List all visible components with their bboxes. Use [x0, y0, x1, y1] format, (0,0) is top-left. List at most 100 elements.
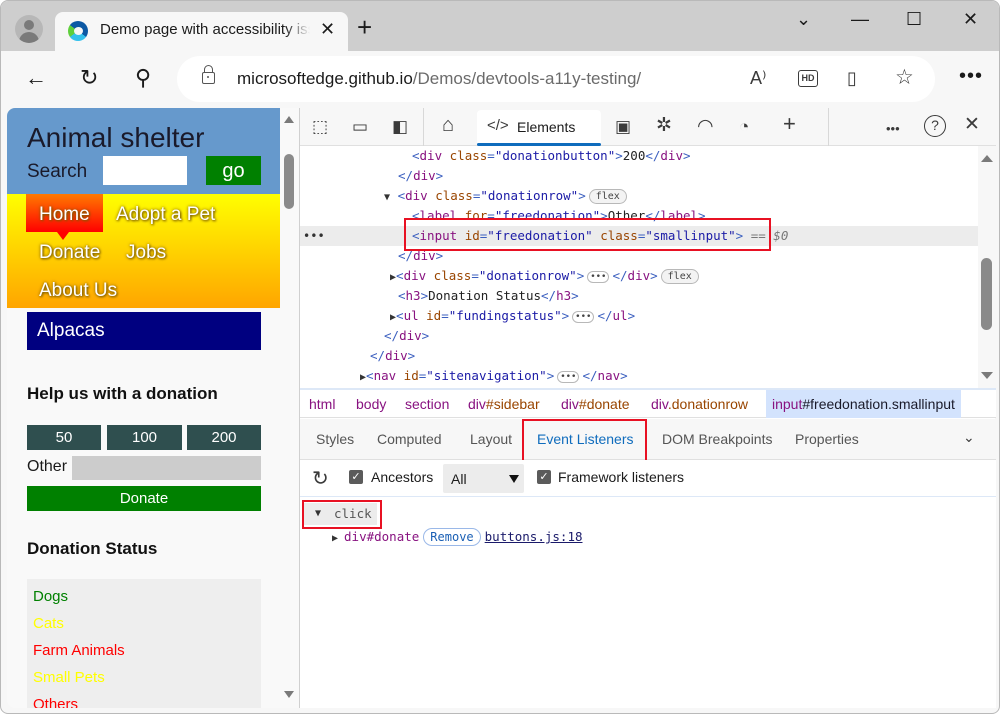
back-button[interactable]: ← — [25, 65, 47, 91]
nav-link-about[interactable]: About Us — [39, 280, 117, 302]
favorites-star-icon[interactable]: ☆ — [895, 65, 914, 90]
ellipsis-icon[interactable]: ••• — [572, 310, 595, 323]
browser-tab[interactable]: Demo page with accessibility issues ✕ — [55, 12, 348, 52]
page-scrollbar[interactable] — [280, 108, 299, 708]
read-aloud-icon[interactable]: A⁾ — [750, 68, 766, 89]
node-actions-icon[interactable]: ••• — [303, 226, 325, 246]
breadcrumb-section[interactable]: section — [405, 396, 449, 412]
console-icon[interactable]: ▣ — [615, 117, 631, 137]
dropdown-arrow-icon — [509, 475, 519, 483]
performance-gauge-icon[interactable]: ◔ — [739, 117, 749, 137]
search-input[interactable] — [103, 156, 187, 185]
donation-100-button[interactable]: 100 — [107, 425, 182, 450]
breadcrumb-donate[interactable]: div#donate — [561, 396, 630, 412]
listener-filter-select[interactable]: All — [443, 464, 524, 493]
donation-200-button[interactable]: 200 — [187, 425, 261, 450]
help-icon[interactable]: ? — [924, 115, 946, 137]
refresh-button[interactable]: ↻ — [80, 65, 98, 91]
tab-elements-label: Elements — [517, 119, 576, 135]
subtab-styles[interactable]: Styles — [316, 431, 354, 447]
listener-node[interactable]: div#donate — [344, 529, 419, 544]
dom-node[interactable]: ▶<div class="donationrow"> ••• </div> flex — [300, 266, 978, 286]
search-icon[interactable]: ⚲ — [135, 65, 151, 91]
expanded-triangle-icon[interactable]: ▼ — [384, 192, 390, 203]
dom-node[interactable]: </div> — [300, 346, 978, 366]
nav-link-donate[interactable]: Donate — [39, 242, 100, 264]
sidebar-item-alpacas[interactable]: Alpacas — [27, 312, 261, 350]
status-item-small-pets: Small Pets — [33, 669, 105, 686]
dom-node[interactable]: </div> — [300, 326, 978, 346]
remove-listener-button[interactable]: Remove — [423, 528, 481, 546]
dom-node[interactable]: </div> — [300, 166, 978, 186]
more-tools-add-icon[interactable]: + — [783, 113, 796, 135]
breadcrumb-html[interactable]: html — [309, 396, 335, 412]
scroll-down-icon[interactable] — [981, 372, 993, 379]
ellipsis-icon[interactable]: ••• — [587, 270, 610, 283]
nav-link-jobs[interactable]: Jobs — [126, 242, 166, 264]
listener-entry[interactable]: ▶ div#donate Remove buttons.js:18 — [332, 527, 583, 547]
breadcrumb-body[interactable]: body — [356, 396, 386, 412]
refresh-listeners-icon[interactable]: ↻ — [312, 466, 329, 491]
url-text[interactable]: microsoftedge.github.io/Demos/devtools-a… — [237, 69, 641, 89]
new-tab-button[interactable]: + — [357, 14, 372, 40]
tab-elements[interactable]: </> Elements — [477, 110, 601, 146]
close-devtools-icon[interactable]: ✕ — [964, 115, 980, 135]
site-title: Animal shelter — [27, 122, 205, 153]
minimize-button[interactable]: — — [851, 9, 869, 30]
scroll-down-icon[interactable] — [284, 691, 294, 698]
donate-button[interactable]: Donate — [27, 486, 261, 511]
ancestors-checkbox[interactable]: ✓ — [349, 470, 363, 484]
subtab-dom-breakpoints[interactable]: DOM Breakpoints — [662, 431, 772, 447]
nav-link-adopt[interactable]: Adopt a Pet — [116, 204, 215, 226]
collapsed-triangle-icon[interactable]: ▶ — [332, 533, 338, 544]
dom-tree[interactable]: <div class="donationbutton">200</div> </… — [300, 146, 978, 388]
profile-avatar-icon[interactable] — [15, 15, 43, 43]
lock-icon[interactable] — [202, 65, 215, 84]
other-donation-input[interactable] — [72, 456, 261, 480]
ellipsis-icon[interactable]: ••• — [557, 370, 580, 383]
settings-more-button[interactable]: ••• — [959, 65, 983, 88]
dock-side-icon[interactable]: ◧ — [392, 117, 408, 137]
status-item-cats: Cats — [33, 615, 64, 632]
dom-node[interactable]: ▶<nav id="sitenavigation"> ••• </nav> — [300, 366, 978, 386]
dom-node[interactable]: ▼ <div class="donationrow"> flex — [300, 186, 978, 206]
flex-badge[interactable]: flex — [588, 189, 627, 204]
inspect-element-icon[interactable]: ⬚ — [312, 117, 328, 137]
breadcrumb-donationrow[interactable]: div.donationrow — [651, 396, 748, 412]
go-button[interactable]: go — [206, 156, 261, 185]
breadcrumb-input-active[interactable]: input#freedonation.smallinput — [766, 390, 961, 418]
network-wifi-icon[interactable]: ◠ — [697, 117, 714, 137]
breadcrumb-sidebar[interactable]: div#sidebar — [468, 396, 540, 412]
address-bar[interactable]: microsoftedge.github.io/Demos/devtools-a… — [177, 56, 935, 102]
source-file-link[interactable]: buttons.js:18 — [485, 529, 583, 544]
dom-node[interactable]: ▶<ul id="fundingstatus"> ••• </ul> — [300, 306, 978, 326]
hd-icon[interactable]: HD — [798, 70, 818, 87]
framework-listeners-checkbox[interactable]: ✓ — [537, 470, 551, 484]
flex-badge[interactable]: flex — [660, 269, 699, 284]
tab-close-icon[interactable]: ✕ — [320, 19, 335, 40]
sources-bug-icon[interactable]: ✲ — [656, 116, 672, 136]
customize-more-icon[interactable]: ••• — [886, 119, 900, 139]
scroll-thumb[interactable] — [981, 258, 992, 330]
welcome-home-icon[interactable]: ⌂ — [442, 115, 454, 135]
other-label: Other — [27, 458, 68, 475]
elements-code-icon: </> — [487, 117, 509, 134]
dom-node[interactable]: <div class="donationbutton">200</div> — [300, 146, 978, 166]
more-subtabs-chevron-icon[interactable]: ⌄ — [963, 429, 975, 446]
tab-actions-chevron-icon[interactable]: ⌄ — [796, 9, 811, 30]
donation-50-button[interactable]: 50 — [27, 425, 101, 450]
ancestors-label: Ancestors — [371, 469, 434, 485]
dom-tree-scrollbar[interactable] — [978, 146, 996, 388]
device-emulation-icon[interactable]: ▭ — [352, 117, 368, 137]
nav-link-home[interactable]: Home — [39, 204, 90, 226]
immersive-reader-icon[interactable]: ▯ — [847, 68, 857, 89]
subtab-computed[interactable]: Computed — [377, 431, 442, 447]
subtab-properties[interactable]: Properties — [795, 431, 859, 447]
maximize-button[interactable]: ☐ — [906, 9, 922, 30]
scroll-thumb[interactable] — [284, 154, 294, 209]
scroll-up-icon[interactable] — [284, 116, 294, 123]
scroll-up-icon[interactable] — [981, 155, 993, 162]
dom-node[interactable]: <h3>Donation Status</h3> — [300, 286, 978, 306]
subtab-layout[interactable]: Layout — [470, 431, 512, 447]
close-window-button[interactable]: ✕ — [963, 9, 978, 30]
